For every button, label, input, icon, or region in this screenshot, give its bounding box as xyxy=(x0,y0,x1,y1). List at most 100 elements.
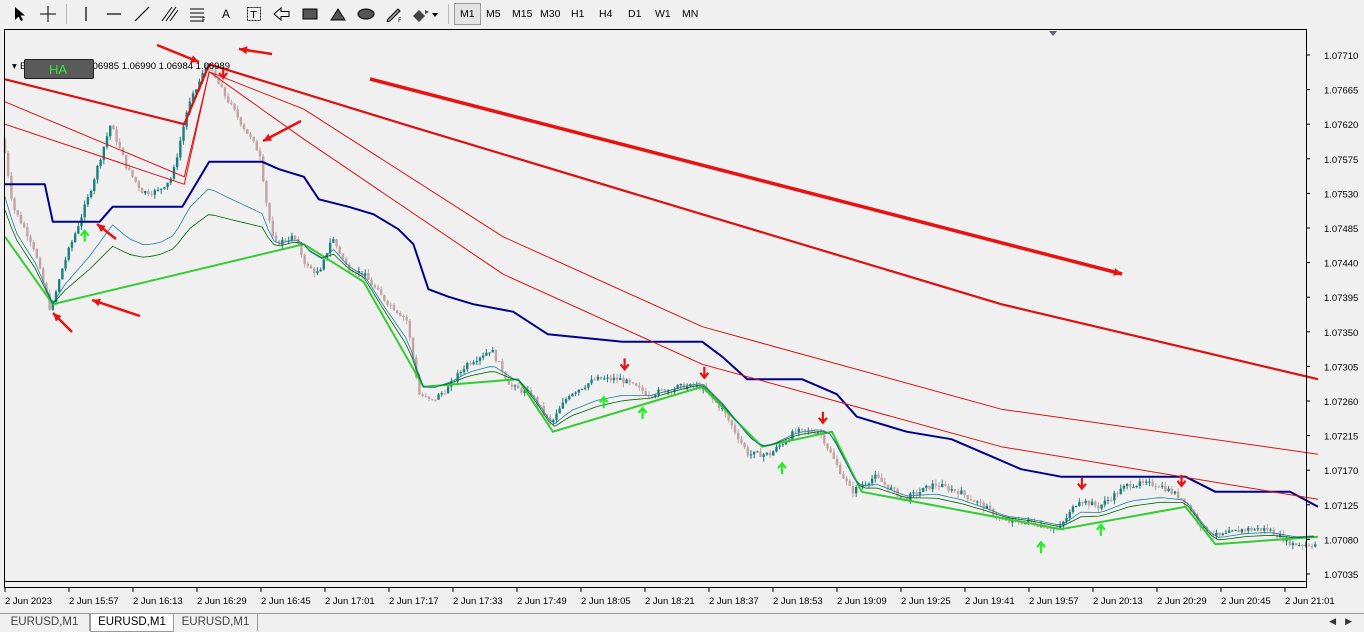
candle-body xyxy=(765,452,769,455)
candle-body xyxy=(1151,481,1154,487)
candle-body xyxy=(399,312,402,316)
candle-body xyxy=(580,388,584,390)
timeframe-m5[interactable]: M5 xyxy=(481,3,506,25)
candle-body xyxy=(1259,528,1263,531)
candle-body xyxy=(628,379,632,383)
sell-signal-arrow-icon xyxy=(619,358,630,372)
candle-body xyxy=(979,501,982,503)
candle-body xyxy=(175,157,179,168)
candle-body xyxy=(883,481,887,485)
x-tick-label: 2 Jun 19:25 xyxy=(901,596,951,607)
tab-scroll-left-icon[interactable]: ◀ xyxy=(1329,616,1336,627)
more-shapes-icon[interactable] xyxy=(410,3,440,25)
timeframe-h1[interactable]: H1 xyxy=(566,3,589,25)
candle-body xyxy=(475,360,479,363)
tab-scroll-right-icon[interactable]: ▶ xyxy=(1345,616,1352,627)
equidistant-channel-icon[interactable] xyxy=(158,3,182,25)
toolbar-divider xyxy=(66,4,67,24)
timeframe-m15[interactable]: M15 xyxy=(507,3,537,25)
sell-signal-arrow-icon xyxy=(1077,477,1087,491)
y-tick-label: 1.07440 xyxy=(1324,259,1358,270)
candle-body xyxy=(1307,544,1311,546)
candle-body xyxy=(338,246,341,254)
candle-body xyxy=(89,191,93,198)
candle-body xyxy=(615,377,619,380)
candle-body xyxy=(466,363,469,370)
candle-body xyxy=(153,190,157,195)
candle-body xyxy=(182,126,185,141)
buy-signal-arrow-icon xyxy=(1095,522,1106,536)
timeframe-h4[interactable]: H4 xyxy=(594,3,617,25)
candle-body xyxy=(1132,487,1135,489)
timeframe-w1[interactable]: W1 xyxy=(650,3,676,25)
buy-signal-arrow-icon xyxy=(777,461,787,475)
candle-body xyxy=(93,179,96,192)
text-label-icon[interactable]: T xyxy=(242,3,266,25)
arrow-icon[interactable] xyxy=(270,3,294,25)
vertical-line-icon[interactable] xyxy=(74,3,98,25)
x-tick-label: 2 Jun 17:01 xyxy=(325,596,375,607)
heiken-ashi-toggle-button[interactable]: HA xyxy=(24,59,94,79)
candle-body xyxy=(160,188,163,190)
candle-body xyxy=(1227,530,1231,533)
candle-body xyxy=(1173,491,1177,494)
candle-body xyxy=(115,129,118,143)
candle-body xyxy=(1301,545,1304,547)
timeframe-mn[interactable]: MN xyxy=(677,3,703,25)
candle-body xyxy=(1221,533,1224,536)
candle-body xyxy=(953,489,957,492)
candle-body xyxy=(625,379,628,384)
candle-body xyxy=(606,377,609,379)
candle-body xyxy=(950,489,953,491)
chart-area[interactable]: 1.07710 1.07665 1.07620 1.07575 1.07530 1.074… xyxy=(0,28,1364,613)
triangle-icon[interactable] xyxy=(326,3,350,25)
candle-body xyxy=(915,492,918,495)
y-tick-label: 1.07035 xyxy=(1324,570,1358,581)
candle-body xyxy=(909,493,912,501)
tab-eurusd-m1-3[interactable]: EURUSD,M1 xyxy=(174,614,258,631)
candle-body xyxy=(258,150,262,157)
candle-body xyxy=(309,265,313,269)
timeframe-d1[interactable]: D1 xyxy=(623,3,646,25)
y-tick-label: 1.07125 xyxy=(1324,501,1358,512)
candle-body xyxy=(233,103,236,110)
candle-body xyxy=(220,84,223,88)
x-tick-label: 2 Jun 19:41 xyxy=(965,596,1015,607)
price-chart[interactable]: 1.07710 1.07665 1.07620 1.07575 1.07530 1.074… xyxy=(0,28,1364,613)
candle-body xyxy=(854,486,858,494)
horizontal-line-icon[interactable] xyxy=(102,3,126,25)
candle-body xyxy=(513,385,517,387)
candle-body xyxy=(1084,500,1087,503)
candle-body xyxy=(1145,481,1148,483)
candle-body xyxy=(1167,488,1170,492)
candle-body xyxy=(1129,483,1132,488)
ellipse-icon[interactable] xyxy=(354,3,378,25)
trendline-icon[interactable] xyxy=(130,3,154,25)
tab-eurusd-m1-1[interactable]: EURUSD,M1 xyxy=(0,614,90,631)
candle-body xyxy=(1090,501,1094,506)
candle-body xyxy=(574,392,577,394)
candle-body xyxy=(768,452,772,456)
chart-tabs: EURUSD,M1 EURUSD,M1 EURUSD,M1 ◀ ▶ xyxy=(0,613,1364,632)
rectangle-icon[interactable] xyxy=(298,3,322,25)
candle-body xyxy=(800,428,804,430)
candle-body xyxy=(86,197,90,205)
text-icon[interactable]: A xyxy=(214,3,238,25)
tab-eurusd-m1-active[interactable]: EURUSD,M1 xyxy=(90,614,174,632)
candle-body xyxy=(1154,486,1158,488)
candle-body xyxy=(1247,528,1250,531)
timeframe-m1[interactable]: M1 xyxy=(454,3,481,25)
candle-body xyxy=(379,289,383,296)
chart-menu-chevron-icon[interactable]: ▾ xyxy=(12,61,17,72)
pencil-icon[interactable]: F xyxy=(382,3,406,25)
fibonacci-icon[interactable]: F xyxy=(186,3,210,25)
x-tick-label: 2 Jun 18:37 xyxy=(709,596,759,607)
timeframe-m30[interactable]: M30 xyxy=(535,3,565,25)
candle-body xyxy=(778,445,781,447)
candle-body xyxy=(1119,488,1122,495)
candle-body xyxy=(226,96,230,103)
annotation-arrowhead-icon xyxy=(92,298,101,307)
crosshair-icon[interactable] xyxy=(36,3,60,25)
cursor-icon[interactable] xyxy=(8,3,32,25)
candle-body xyxy=(564,399,568,403)
